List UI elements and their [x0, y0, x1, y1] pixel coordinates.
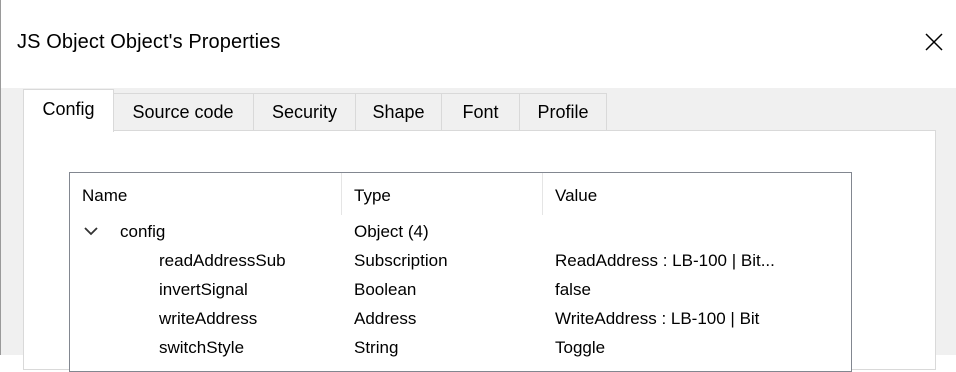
tab-source-code[interactable]: Source code: [112, 93, 254, 130]
row-value: Toggle: [555, 338, 606, 357]
tree-row-invertsignal[interactable]: invertSignal Boolean false: [70, 279, 851, 301]
row-name: switchStyle: [159, 338, 245, 357]
tab-shape[interactable]: Shape: [355, 93, 442, 130]
properties-dialog: JS Object Object's Properties Config Sou…: [0, 0, 956, 372]
row-type: Boolean: [354, 280, 417, 299]
tree-row-switchstyle[interactable]: switchStyle String Toggle: [70, 337, 851, 359]
row-value: WriteAddress : LB-100 | Bit: [555, 309, 760, 328]
chevron-down-icon[interactable]: [84, 226, 98, 236]
column-header-value[interactable]: Value: [543, 173, 853, 215]
title-bar: JS Object Object's Properties: [1, 0, 956, 88]
row-name: config: [120, 222, 166, 241]
row-value: false: [555, 280, 591, 299]
close-icon: [925, 33, 943, 51]
config-tree-list[interactable]: Name Type Value config Object (4) readAd…: [69, 172, 852, 372]
window-title: JS Object Object's Properties: [17, 31, 281, 53]
tab-profile[interactable]: Profile: [519, 93, 607, 130]
row-type: String: [354, 338, 399, 357]
row-value: ReadAddress : LB-100 | Bit...: [555, 251, 775, 270]
list-header: Name Type Value: [70, 173, 851, 215]
column-header-type[interactable]: Type: [342, 173, 543, 215]
tab-font[interactable]: Font: [441, 93, 520, 130]
tree-row-writeaddress[interactable]: writeAddress Address WriteAddress : LB-1…: [70, 308, 851, 330]
row-type: Subscription: [354, 251, 448, 270]
row-type: Object (4): [354, 222, 429, 241]
tab-security[interactable]: Security: [253, 93, 356, 130]
row-type: Address: [354, 309, 417, 328]
row-name: writeAddress: [159, 309, 258, 328]
tab-config[interactable]: Config: [23, 89, 114, 132]
tree-row-config[interactable]: config Object (4): [70, 221, 851, 243]
tree-row-readaddresssub[interactable]: readAddressSub Subscription ReadAddress …: [70, 250, 851, 272]
column-header-name[interactable]: Name: [70, 173, 342, 215]
close-button[interactable]: [918, 26, 950, 58]
row-name: invertSignal: [159, 280, 248, 299]
row-name: readAddressSub: [159, 251, 286, 270]
